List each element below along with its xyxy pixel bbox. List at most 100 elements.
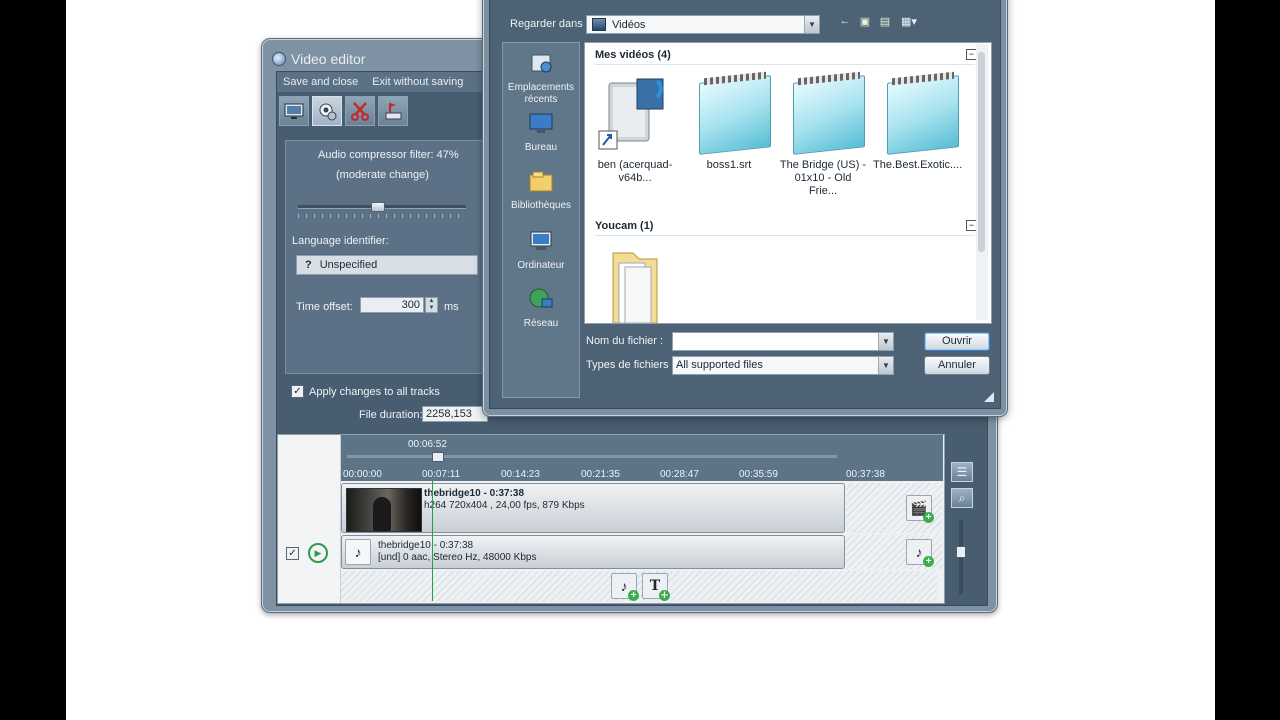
place-libraries[interactable]: Bibliothèques — [503, 169, 579, 212]
resize-grip[interactable] — [984, 392, 994, 402]
recent-places-icon — [531, 54, 552, 73]
music-note-icon: ♪ — [620, 578, 628, 594]
filter-slider[interactable] — [298, 202, 466, 212]
tool-video-settings[interactable] — [279, 96, 309, 126]
time-offset-spinner[interactable]: ▲ ▼ — [425, 297, 438, 313]
group-header[interactable]: Youcam (1) — [595, 220, 653, 232]
time-offset-input[interactable]: 300 — [360, 297, 424, 313]
timeline-scrubber[interactable] — [347, 452, 837, 462]
tick-label: 00:14:23 — [501, 469, 540, 480]
timeline-ruler[interactable]: 00:06:52 00:00:00 00:07:11 00:14:23 00:2… — [341, 435, 943, 481]
music-note-icon: ♪ — [915, 544, 923, 560]
dialog-body: Regarder dans : Vidéos ▼ ← ▣ ▤ ▦▾ Emplac… — [489, 0, 1001, 409]
notepad-icon — [877, 73, 959, 155]
chevron-down-icon[interactable]: ▼ — [878, 357, 893, 374]
notepad-icon — [783, 73, 865, 155]
tool-audio-settings[interactable] — [312, 96, 342, 126]
add-subtitle-track-button[interactable]: T + — [642, 573, 670, 601]
video-track[interactable]: thebridge10 - 0:37:38 h264 720x404 , 24,… — [341, 483, 845, 533]
apply-label: Apply changes to all tracks — [309, 385, 440, 398]
filename-input[interactable]: ▼ — [672, 332, 894, 351]
filter-label: Audio compressor filter: 47% — [318, 149, 459, 161]
video-thumbnail — [346, 488, 422, 532]
audio-track-title: thebridge10 - 0:37:38 — [378, 540, 474, 551]
folder-icon — [595, 243, 675, 323]
file-name: The Bridge (US) - 01x10 - Old Frie... — [779, 159, 867, 197]
zoom-button[interactable]: ⌕ — [951, 488, 973, 508]
time-offset-unit: ms — [444, 301, 459, 313]
new-track-area — [341, 571, 937, 601]
track-controls: ✓ ▶ — [278, 435, 341, 603]
speaker-gear-icon — [319, 103, 337, 121]
cancel-button[interactable]: Annuler — [924, 356, 990, 375]
filter-slider-thumb[interactable] — [371, 202, 385, 212]
apply-all-tracks[interactable]: ✓ Apply changes to all tracks — [291, 385, 440, 398]
audio-track[interactable]: ♪ thebridge10 - 0:37:38 [und] 0 aac, Ste… — [341, 535, 845, 569]
tick-label: 00:28:47 — [660, 469, 699, 480]
slider-ticks — [298, 214, 466, 218]
file-item[interactable]: The Bridge (US) - 01x10 - Old Frie... — [779, 73, 867, 198]
add-video-button[interactable]: 🎬 + — [906, 495, 934, 523]
file-duration-field[interactable]: 2258,153 — [422, 406, 488, 422]
place-network[interactable]: Réseau — [503, 287, 579, 330]
look-in-value: Vidéos — [612, 18, 646, 31]
add-audio-button[interactable]: ♪ + — [906, 539, 934, 567]
chevron-down-icon[interactable]: ▼ — [804, 16, 819, 33]
playhead[interactable] — [432, 481, 433, 601]
play-icon: ▶ — [314, 547, 322, 558]
filter-description: (moderate change) — [336, 169, 429, 181]
place-libraries-label: Bibliothèques — [510, 200, 572, 211]
folder-item[interactable] — [591, 243, 679, 323]
tool-marker[interactable] — [378, 96, 408, 126]
look-in-select[interactable]: Vidéos ▼ — [586, 15, 820, 34]
up-folder-icon[interactable]: ▣ — [858, 15, 872, 28]
file-name: boss1.srt — [706, 159, 752, 171]
scrubber-thumb[interactable] — [432, 452, 444, 462]
file-item[interactable]: ben (acerquad-v64b... — [591, 73, 679, 185]
tick-label: 00:35:59 — [739, 469, 778, 480]
group-divider — [595, 235, 975, 236]
file-list-scrollbar[interactable] — [976, 44, 988, 320]
track-enable-checkbox[interactable]: ✓ — [286, 547, 299, 560]
view-menu-icon[interactable]: ▦▾ — [898, 15, 920, 28]
list-view-button[interactable]: ☰ — [951, 462, 973, 482]
file-item[interactable]: The.Best.Exotic.... — [873, 73, 963, 172]
tool-cut[interactable] — [345, 96, 375, 126]
back-icon[interactable]: ← — [838, 15, 852, 27]
filetype-select[interactable]: All supported files ▼ — [672, 356, 894, 375]
audio-track-info: [und] 0 aac, Stereo Hz, 48000 Kbps — [378, 552, 537, 563]
window-title-text: Video editor — [291, 51, 366, 67]
add-audio-track-button[interactable]: ♪ + — [611, 573, 639, 601]
place-recent-label: Emplacements récents — [507, 82, 575, 105]
video-track-info: h264 720x404 , 24,00 fps, 879 Kbps — [424, 500, 585, 511]
monitor-icon — [284, 103, 304, 119]
apply-checkbox[interactable]: ✓ — [291, 385, 304, 398]
libraries-icon — [529, 171, 553, 192]
audio-settings-panel: Audio compressor filter: 47% (moderate c… — [285, 140, 487, 374]
notepad-icon — [689, 73, 771, 155]
place-recent[interactable]: Emplacements récents — [503, 51, 579, 106]
play-button[interactable]: ▶ — [308, 543, 328, 563]
group-header[interactable]: Mes vidéos (4) — [595, 49, 671, 61]
text-icon: T — [649, 578, 661, 594]
zoom-slider-thumb[interactable] — [956, 546, 966, 558]
window-title: Video editor — [272, 49, 492, 69]
new-folder-icon[interactable]: ▤ — [878, 15, 892, 28]
file-name: The.Best.Exotic.... — [873, 159, 963, 171]
scrollbar-thumb[interactable] — [978, 52, 985, 252]
list-icon: ☰ — [956, 465, 968, 479]
chevron-down-icon[interactable]: ▼ — [878, 333, 893, 350]
menu-exit-without-saving[interactable]: Exit without saving — [372, 76, 463, 88]
open-button[interactable]: Ouvrir — [924, 332, 990, 351]
menu-save-and-close[interactable]: Save and close — [283, 76, 358, 88]
file-list: Mes vidéos (4) − ben (acerquad-v64b... b… — [584, 42, 992, 324]
unknown-language-icon: ? — [305, 259, 312, 271]
file-item[interactable]: boss1.srt — [685, 73, 773, 172]
place-desktop[interactable]: Bureau — [503, 111, 579, 154]
zoom-slider[interactable] — [956, 520, 966, 594]
place-computer[interactable]: Ordinateur — [503, 229, 579, 272]
filename-label: Nom du fichier : — [586, 335, 664, 347]
tick-label: 00:00:00 — [343, 469, 382, 480]
language-select[interactable]: ? Unspecified — [296, 255, 478, 275]
audio-track-icon: ♪ — [345, 539, 371, 565]
